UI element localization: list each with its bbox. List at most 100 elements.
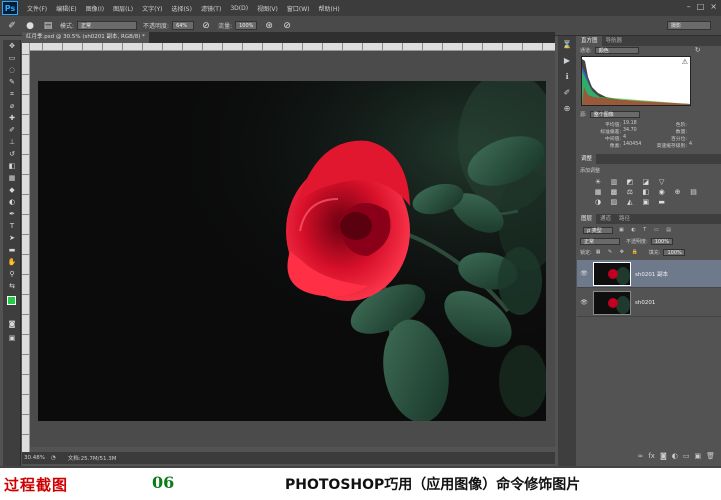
dodge-tool-icon[interactable]: ◐ bbox=[3, 196, 21, 208]
brush-tool-icon[interactable]: ✐ bbox=[3, 124, 21, 136]
maximize-button[interactable]: □ bbox=[697, 2, 705, 11]
tab-histogram[interactable]: 直方图 bbox=[577, 36, 602, 46]
opacity-field[interactable]: 64% bbox=[172, 21, 195, 30]
history-icon[interactable]: ⌛ bbox=[558, 38, 576, 52]
healing-tool-icon[interactable]: ✚ bbox=[3, 112, 21, 124]
layer-name[interactable]: sh0201 副本 bbox=[635, 270, 668, 278]
shape-tool-icon[interactable]: ▬ bbox=[3, 244, 21, 256]
canvas-area[interactable] bbox=[30, 51, 555, 447]
menu-layer[interactable]: 图层(L) bbox=[113, 4, 133, 13]
clone-source-icon[interactable]: ⊕ bbox=[558, 102, 576, 116]
quick-select-tool-icon[interactable]: ✎ bbox=[3, 76, 21, 88]
tab-layers[interactable]: 图层 bbox=[577, 214, 597, 224]
path-select-tool-icon[interactable]: ➤ bbox=[3, 232, 21, 244]
tab-paths[interactable]: 路径 bbox=[615, 214, 634, 224]
layer-row[interactable]: 👁 sh0201 bbox=[577, 289, 721, 317]
new-layer-icon[interactable]: ▣ bbox=[694, 452, 701, 462]
blur-tool-icon[interactable]: ◆ bbox=[3, 184, 21, 196]
gradient-icon[interactable]: ▽ bbox=[657, 178, 667, 186]
brush-presets-icon[interactable]: ✐ bbox=[558, 86, 576, 100]
eraser-tool-icon[interactable]: ◧ bbox=[3, 160, 21, 172]
gradient-map-icon[interactable]: ▬ bbox=[657, 198, 667, 206]
minimize-button[interactable]: – bbox=[687, 2, 691, 11]
pressure-opacity-icon[interactable]: ⊘ bbox=[200, 20, 212, 32]
delete-layer-icon[interactable]: 🗑 bbox=[706, 452, 715, 462]
type-tool-icon[interactable]: T bbox=[3, 220, 21, 232]
menu-help[interactable]: 帮助(H) bbox=[319, 4, 340, 13]
black-white-icon[interactable]: ◧ bbox=[641, 188, 651, 196]
brush-panel-icon[interactable]: ▤ bbox=[42, 20, 54, 32]
source-select[interactable]: 整个图像 bbox=[589, 110, 640, 118]
eye-icon[interactable]: 👁 bbox=[577, 270, 591, 277]
photo-filter-icon[interactable]: ◉ bbox=[657, 188, 667, 196]
blend-mode-select[interactable]: 正常 bbox=[580, 237, 620, 245]
lasso-tool-icon[interactable]: ◌ bbox=[3, 64, 21, 76]
document-tab[interactable]: 红月季.psd @ 30.5% (sh0201 副本, RGB/8) * bbox=[22, 32, 149, 43]
menu-type[interactable]: 文字(Y) bbox=[142, 4, 162, 13]
lock-icons[interactable]: ▦ ✎ ✥ 🔒 bbox=[596, 249, 641, 255]
curves-icon[interactable]: ◩ bbox=[625, 178, 635, 186]
exposure-icon[interactable]: ◪ bbox=[641, 178, 651, 186]
layer-opacity-field[interactable]: 100% bbox=[650, 237, 673, 245]
refresh-icon[interactable]: ↻ bbox=[695, 46, 701, 54]
zoom-level[interactable]: 30.48% bbox=[24, 455, 45, 461]
color-balance-icon[interactable]: ⚖ bbox=[625, 188, 635, 196]
actions-icon[interactable]: ▶ bbox=[558, 54, 576, 68]
menu-file[interactable]: 文件(F) bbox=[27, 4, 47, 13]
menu-window[interactable]: 窗口(W) bbox=[287, 4, 310, 13]
levels-icon[interactable]: ▥ bbox=[609, 178, 619, 186]
properties-icon[interactable]: ℹ bbox=[558, 70, 576, 84]
eye-icon[interactable]: 👁 bbox=[577, 299, 591, 306]
hue-saturation-icon[interactable]: ▩ bbox=[609, 188, 619, 196]
tab-channels[interactable]: 通道 bbox=[596, 214, 615, 224]
pen-tool-icon[interactable]: ✒ bbox=[3, 208, 21, 220]
quick-mask-icon[interactable]: ◙ bbox=[3, 318, 21, 330]
pressure-size-icon[interactable]: ⊘ bbox=[281, 20, 293, 32]
close-button[interactable]: × bbox=[710, 2, 717, 11]
swap-colors-icon[interactable]: ⇆ bbox=[3, 280, 21, 292]
selective-color-icon[interactable]: ▣ bbox=[641, 198, 651, 206]
color-lookup-icon[interactable]: ▤ bbox=[689, 188, 699, 196]
workspace-select[interactable]: 摄影 bbox=[667, 21, 711, 30]
channel-mixer-icon[interactable]: ⊕ bbox=[673, 188, 683, 196]
warning-icon[interactable]: ⚠ bbox=[682, 58, 688, 66]
menu-select[interactable]: 选择(S) bbox=[171, 4, 192, 13]
move-tool-icon[interactable]: ✥ bbox=[3, 40, 21, 52]
menu-edit[interactable]: 编辑(E) bbox=[56, 4, 76, 13]
add-mask-icon[interactable]: ◙ bbox=[660, 452, 667, 462]
tab-navigator[interactable]: 导航器 bbox=[602, 36, 627, 46]
channel-select[interactable]: 颜色 bbox=[594, 46, 639, 54]
hand-tool-icon[interactable]: ✋ bbox=[3, 256, 21, 268]
gradient-tool-icon[interactable]: ▦ bbox=[3, 172, 21, 184]
brush-preset-icon[interactable]: ● bbox=[24, 20, 36, 32]
fill-field[interactable]: 100% bbox=[663, 248, 686, 256]
screen-mode-icon[interactable]: ▣ bbox=[3, 332, 21, 344]
invert-icon[interactable]: ◑ bbox=[593, 198, 603, 206]
eyedropper-tool-icon[interactable]: ⌀ bbox=[3, 100, 21, 112]
menu-3d[interactable]: 3D(D) bbox=[230, 5, 248, 12]
tab-adjustments[interactable]: 调整 bbox=[577, 154, 597, 164]
flow-field[interactable]: 100% bbox=[235, 21, 258, 30]
brightness-contrast-icon[interactable]: ☀ bbox=[593, 178, 603, 186]
vibrance-icon[interactable]: ▦ bbox=[593, 188, 603, 196]
brush-tool-icon[interactable]: ✐ bbox=[6, 20, 18, 32]
history-brush-tool-icon[interactable]: ↺ bbox=[3, 148, 21, 160]
marquee-tool-icon[interactable]: ▭ bbox=[3, 52, 21, 64]
new-group-icon[interactable]: ▭ bbox=[683, 452, 690, 462]
menu-image[interactable]: 图像(I) bbox=[86, 4, 104, 13]
rose-photo[interactable] bbox=[38, 81, 546, 421]
crop-tool-icon[interactable]: ⌗ bbox=[3, 88, 21, 100]
posterize-icon[interactable]: ▨ bbox=[609, 198, 619, 206]
layer-style-icon[interactable]: fx bbox=[648, 452, 655, 462]
link-layers-icon[interactable]: ∞ bbox=[638, 452, 644, 462]
layer-filter-icons[interactable]: ▣ ◐ T ▭ ▤ bbox=[619, 227, 674, 233]
zoom-tool-icon[interactable]: ⚲ bbox=[3, 268, 21, 280]
menu-view[interactable]: 视图(V) bbox=[257, 4, 278, 13]
layer-kind-select[interactable]: ρ 类型 bbox=[583, 226, 613, 234]
mode-select[interactable]: 正常 bbox=[77, 21, 138, 30]
menu-filter[interactable]: 滤镜(T) bbox=[201, 4, 221, 13]
new-adjustment-icon[interactable]: ◐ bbox=[672, 452, 678, 462]
clone-stamp-tool-icon[interactable]: ⊥ bbox=[3, 136, 21, 148]
layer-row[interactable]: 👁 sh0201 副本 bbox=[577, 260, 721, 288]
foreground-color-swatch[interactable] bbox=[7, 296, 16, 305]
